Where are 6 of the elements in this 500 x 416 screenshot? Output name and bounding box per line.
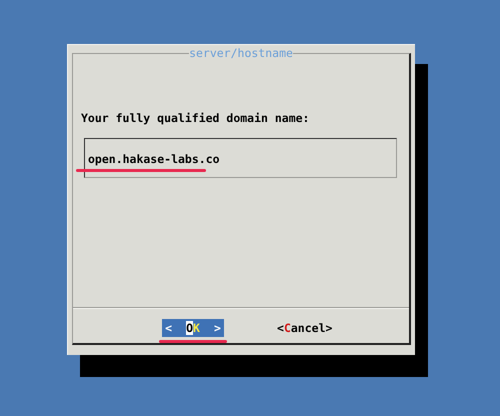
hostname-input-field[interactable]: open.hakase-labs.co bbox=[84, 138, 397, 178]
dialog-button[interactable]: < OK > bbox=[162, 319, 224, 337]
dialog-button[interactable]: <Cancel> bbox=[274, 319, 336, 337]
annotation-underline bbox=[159, 340, 227, 343]
dialog-title: server/hostname bbox=[189, 45, 293, 61]
prompt-text: Your fully qualified domain name: bbox=[81, 111, 310, 125]
